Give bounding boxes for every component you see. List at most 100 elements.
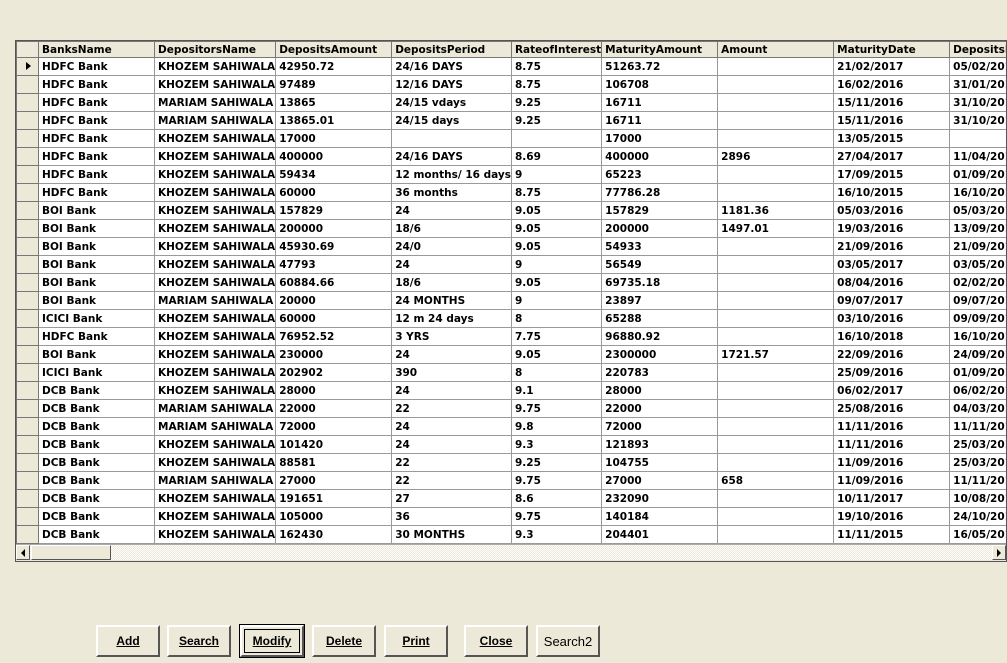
- cell-amount[interactable]: [717, 129, 835, 148]
- cell-banksname[interactable]: BOI Bank: [38, 201, 155, 220]
- cell-maturitydate[interactable]: 25/08/2016: [833, 399, 951, 418]
- deposits-table[interactable]: BanksName DepositorsName DepositsAmount Dep…: [16, 41, 1006, 544]
- cell-depositorsname[interactable]: KHOZEM SAHIWALA: [153, 237, 277, 256]
- cell-maturityamount[interactable]: 17000: [601, 129, 719, 148]
- cell-rateofinterest[interactable]: 9.05: [510, 201, 603, 220]
- cell-depositsamount[interactable]: 105000: [275, 507, 393, 526]
- cell-rateofinterest[interactable]: 9.75: [510, 507, 603, 526]
- cell-maturityamount[interactable]: 140184: [601, 507, 719, 526]
- cell-maturitydate[interactable]: 21/02/2017: [833, 57, 951, 76]
- cell-depositorsname[interactable]: KHOZEM SAHIWALA: [153, 381, 277, 400]
- cell-banksname[interactable]: DCB Bank: [38, 435, 155, 454]
- row-selector[interactable]: [16, 471, 39, 490]
- table-row[interactable]: DCB Bank KHOZEM SAHIWALA 162430 30 MONTHS 9.…: [16, 525, 1006, 544]
- cell-banksname[interactable]: HDFC Bank: [38, 129, 155, 148]
- cell-rateofinterest[interactable]: 9.25: [510, 111, 603, 130]
- cell-depositorsname[interactable]: KHOZEM SAHIWALA: [153, 57, 277, 76]
- cell-maturitydate[interactable]: 22/09/2016: [833, 345, 951, 364]
- cell-depositorsname[interactable]: MARIAM SAHIWALA: [153, 93, 277, 112]
- print-button[interactable]: Print: [384, 625, 448, 657]
- table-row[interactable]: HDFC Bank KHOZEM SAHIWALA 97489 12/16 DAYS 8…: [16, 75, 1006, 94]
- cell-banksname[interactable]: BOI Bank: [38, 273, 155, 292]
- cell-maturityamount[interactable]: 204401: [601, 525, 719, 544]
- cell-maturitydate[interactable]: 11/09/2016: [833, 453, 951, 472]
- table-row[interactable]: DCB Bank KHOZEM SAHIWALA 101420 24 9.3 121893…: [16, 435, 1006, 454]
- table-row[interactable]: BOI Bank KHOZEM SAHIWALA 60884.66 18/6 9.05 6…: [16, 273, 1006, 292]
- scroll-left-button[interactable]: [16, 545, 30, 560]
- cell-rateofinterest[interactable]: 9.75: [510, 399, 603, 418]
- cell-depositsdate[interactable]: 01/09/2014: [949, 165, 1006, 184]
- cell-maturitydate[interactable]: 09/07/2017: [833, 291, 951, 310]
- cell-depositsdate[interactable]: [949, 129, 1006, 148]
- cell-amount[interactable]: [717, 327, 835, 346]
- table-row[interactable]: ICICI Bank KHOZEM SAHIWALA 60000 12 m 24 da…: [16, 309, 1006, 328]
- cell-amount[interactable]: 658: [717, 471, 835, 490]
- cell-depositsamount[interactable]: 88581: [275, 453, 393, 472]
- column-header-depositsdate[interactable]: DepositsDate: [949, 41, 1006, 58]
- cell-banksname[interactable]: DCB Bank: [38, 489, 155, 508]
- cell-amount[interactable]: [717, 111, 835, 130]
- cell-depositsperiod[interactable]: 24: [391, 417, 512, 436]
- cell-depositsperiod[interactable]: 36: [391, 507, 512, 526]
- cell-maturitydate[interactable]: 11/11/2015: [833, 525, 951, 544]
- row-selector[interactable]: [16, 93, 39, 112]
- cell-depositsamount[interactable]: 17000: [275, 129, 393, 148]
- cell-depositsdate[interactable]: 31/10/2014: [949, 93, 1006, 112]
- column-header-maturitydate[interactable]: MaturityDate: [833, 41, 951, 58]
- cell-banksname[interactable]: DCB Bank: [38, 453, 155, 472]
- cell-banksname[interactable]: BOI Bank: [38, 255, 155, 274]
- cell-banksname[interactable]: ICICI Bank: [38, 309, 155, 328]
- row-selector[interactable]: [16, 219, 39, 238]
- row-selector[interactable]: [16, 363, 39, 382]
- cell-maturityamount[interactable]: 27000: [601, 471, 719, 490]
- row-selector[interactable]: [16, 453, 39, 472]
- row-selector[interactable]: [16, 237, 39, 256]
- cell-depositsperiod[interactable]: 24: [391, 381, 512, 400]
- cell-maturityamount[interactable]: 16711: [601, 111, 719, 130]
- cell-maturityamount[interactable]: 22000: [601, 399, 719, 418]
- cell-rateofinterest[interactable]: 9.3: [510, 435, 603, 454]
- cell-depositsamount[interactable]: 60000: [275, 183, 393, 202]
- cell-maturityamount[interactable]: 56549: [601, 255, 719, 274]
- cell-depositsamount[interactable]: 72000: [275, 417, 393, 436]
- cell-amount[interactable]: 2896: [717, 147, 835, 166]
- cell-banksname[interactable]: BOI Bank: [38, 219, 155, 238]
- cell-maturitydate[interactable]: 11/11/2016: [833, 417, 951, 436]
- cell-depositsdate[interactable]: 31/01/2015: [949, 75, 1006, 94]
- table-row[interactable]: ICICI Bank KHOZEM SAHIWALA 202902 390 8 22078…: [16, 363, 1006, 382]
- cell-rateofinterest[interactable]: 9.05: [510, 219, 603, 238]
- cell-depositorsname[interactable]: KHOZEM SAHIWALA: [153, 435, 277, 454]
- cell-banksname[interactable]: HDFC Bank: [38, 111, 155, 130]
- cell-amount[interactable]: [717, 399, 835, 418]
- cell-banksname[interactable]: HDFC Bank: [38, 93, 155, 112]
- table-row[interactable]: HDFC Bank KHOZEM SAHIWALA 400000 24/16 DAYS…: [16, 147, 1006, 166]
- cell-depositsperiod[interactable]: 22: [391, 453, 512, 472]
- cell-depositorsname[interactable]: MARIAM SAHIWALA: [153, 471, 277, 490]
- row-selector[interactable]: [16, 525, 39, 544]
- table-row[interactable]: DCB Bank MARIAM SAHIWALA 22000 22 9.75 22000 2…: [16, 399, 1006, 418]
- cell-depositsamount[interactable]: 20000: [275, 291, 393, 310]
- table-row[interactable]: HDFC Bank KHOZEM SAHIWALA 59434 12 months/ …: [16, 165, 1006, 184]
- cell-depositsdate[interactable]: 24/10/2013: [949, 507, 1006, 526]
- cell-depositsdate[interactable]: 04/03/2011: [949, 399, 1006, 418]
- cell-maturitydate[interactable]: 10/11/2017: [833, 489, 951, 508]
- cell-depositsdate[interactable]: 10/08/2015: [949, 489, 1006, 508]
- row-selector[interactable]: [16, 309, 39, 328]
- cell-depositsdate[interactable]: 31/10/2014: [949, 111, 1006, 130]
- cell-depositsperiod[interactable]: 27: [391, 489, 512, 508]
- deposits-grid[interactable]: BanksName DepositorsName DepositsAmount Dep…: [15, 40, 1007, 562]
- search2-button[interactable]: Search2: [536, 625, 600, 657]
- row-selector[interactable]: [16, 129, 39, 148]
- cell-depositsamount[interactable]: 97489: [275, 75, 393, 94]
- cell-depositsdate[interactable]: 09/07/2015: [949, 291, 1006, 310]
- cell-maturityamount[interactable]: 16711: [601, 93, 719, 112]
- cell-depositsdate[interactable]: 16/05/2013: [949, 525, 1006, 544]
- cell-depositorsname[interactable]: KHOZEM SAHIWALA: [153, 75, 277, 94]
- cell-maturitydate[interactable]: 15/11/2016: [833, 93, 951, 112]
- cell-amount[interactable]: [717, 381, 835, 400]
- cell-depositsamount[interactable]: 200000: [275, 219, 393, 238]
- table-row[interactable]: BOI Bank KHOZEM SAHIWALA 157829 24 9.05 15782…: [16, 201, 1006, 220]
- cell-amount[interactable]: [717, 291, 835, 310]
- table-row[interactable]: HDFC Bank KHOZEM SAHIWALA 76952.52 3 YRS 7.7…: [16, 327, 1006, 346]
- cell-banksname[interactable]: HDFC Bank: [38, 327, 155, 346]
